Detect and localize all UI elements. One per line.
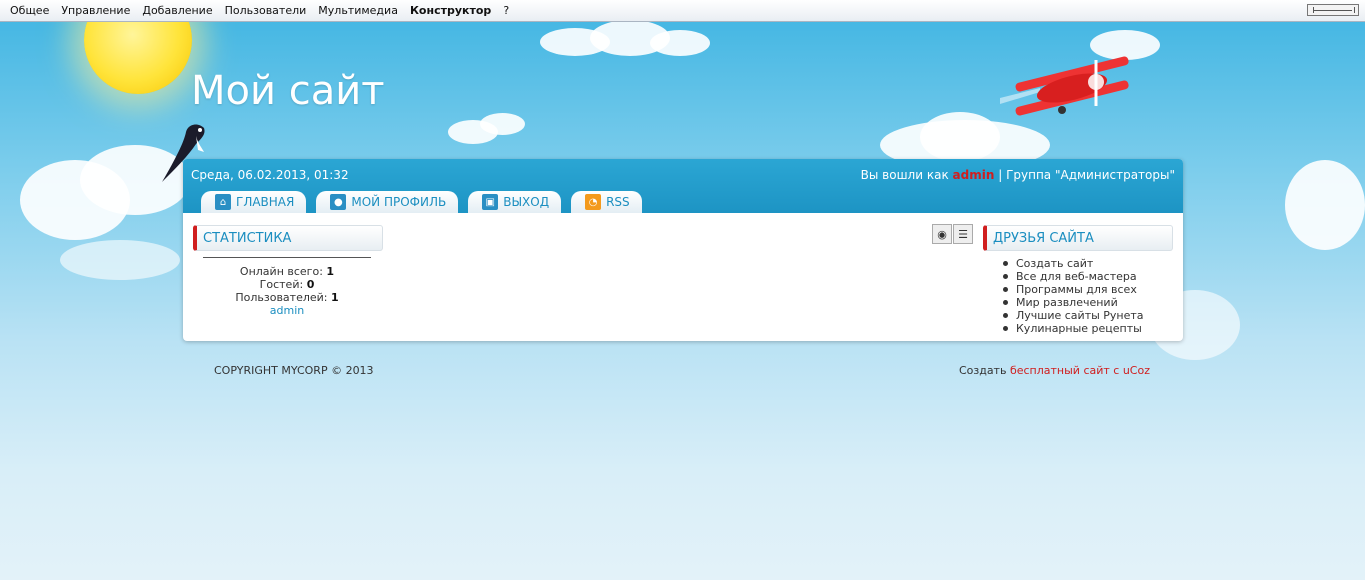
list-view-icon[interactable]: ☰ [953, 224, 973, 244]
tab-profile-label: МОЙ ПРОФИЛЬ [351, 195, 447, 209]
home-icon: ⌂ [215, 194, 231, 210]
menu-help[interactable]: ? [497, 4, 515, 17]
tab-rss-label: RSS [606, 195, 630, 209]
login-prefix: Вы вошли как [860, 168, 949, 182]
admin-menu-bar: Общее Управление Добавление Пользователи… [0, 0, 1365, 22]
menu-users[interactable]: Пользователи [219, 4, 313, 17]
menu-general[interactable]: Общее [4, 4, 55, 17]
eye-icon[interactable]: ◉ [932, 224, 952, 244]
friends-list: Создать сайт Все для веб-мастера Програм… [1003, 257, 1144, 335]
width-slider[interactable] [1307, 4, 1359, 16]
tab-rss[interactable]: ◔ RSS [571, 191, 642, 213]
copyright-text: COPYRIGHT MYCORP © 2013 [214, 364, 374, 377]
tab-home-label: ГЛАВНАЯ [236, 195, 295, 209]
menu-add[interactable]: Добавление [136, 4, 218, 17]
panel-header: Среда, 06.02.2013, 01:32 Вы вошли как ad… [183, 159, 1183, 213]
friend-link[interactable]: Лучшие сайты Рунета [1003, 309, 1144, 322]
menu-multimedia[interactable]: Мультимедиа [312, 4, 404, 17]
rss-icon: ◔ [585, 194, 602, 210]
stat-users: Пользователей: 1 [235, 291, 339, 304]
login-info: Вы вошли как admin | Группа "Администрат… [861, 168, 1175, 182]
tab-profile[interactable]: ● МОЙ ПРОФИЛЬ [316, 191, 459, 213]
online-user-link[interactable]: admin [203, 304, 371, 317]
stats-block-title: СТАТИСТИКА [193, 225, 383, 251]
ucoz-link[interactable]: бесплатный сайт с uCoz [1010, 364, 1150, 377]
friends-block-title: ДРУЗЬЯ САЙТА [983, 225, 1173, 251]
tab-logout-label: ВЫХОД [503, 195, 550, 209]
friend-link[interactable]: Программы для всех [1003, 283, 1144, 296]
main-nav-tabs: ⌂ ГЛАВНАЯ ● МОЙ ПРОФИЛЬ ▣ ВЫХОД ◔ RSS [201, 191, 652, 213]
username-link[interactable]: admin [953, 168, 995, 182]
user-group: | Группа "Администраторы" [998, 168, 1175, 182]
stat-online: Онлайн всего: 1 [239, 265, 335, 278]
menu-constructor[interactable]: Конструктор [404, 4, 497, 17]
tab-logout[interactable]: ▣ ВЫХОД [468, 191, 562, 213]
stats-divider [203, 257, 371, 258]
main-content-panel: Среда, 06.02.2013, 01:32 Вы вошли как ad… [183, 159, 1183, 341]
friend-link[interactable]: Кулинарные рецепты [1003, 322, 1144, 335]
friend-link[interactable]: Мир развлечений [1003, 296, 1144, 309]
tab-home[interactable]: ⌂ ГЛАВНАЯ [201, 191, 307, 213]
friend-link[interactable]: Все для веб-мастера [1003, 270, 1144, 283]
site-title[interactable]: Мой сайт [191, 68, 385, 114]
airplane-illustration [1000, 56, 1129, 116]
current-date: Среда, 06.02.2013, 01:32 [191, 168, 349, 182]
view-toggle: ◉ ☰ [931, 224, 973, 244]
friend-link[interactable]: Создать сайт [1003, 257, 1144, 270]
stat-guests: Гостей: 0 [259, 278, 315, 291]
credit-prefix: Создать [958, 364, 1007, 377]
ucoz-credit: Создать бесплатный сайт с uCoz [959, 364, 1150, 377]
menu-management[interactable]: Управление [55, 4, 136, 17]
lock-icon: ▣ [482, 194, 499, 210]
stats-list: Онлайн всего: 1 Гостей: 0 Пользователей:… [203, 265, 371, 317]
user-icon: ● [330, 194, 347, 210]
